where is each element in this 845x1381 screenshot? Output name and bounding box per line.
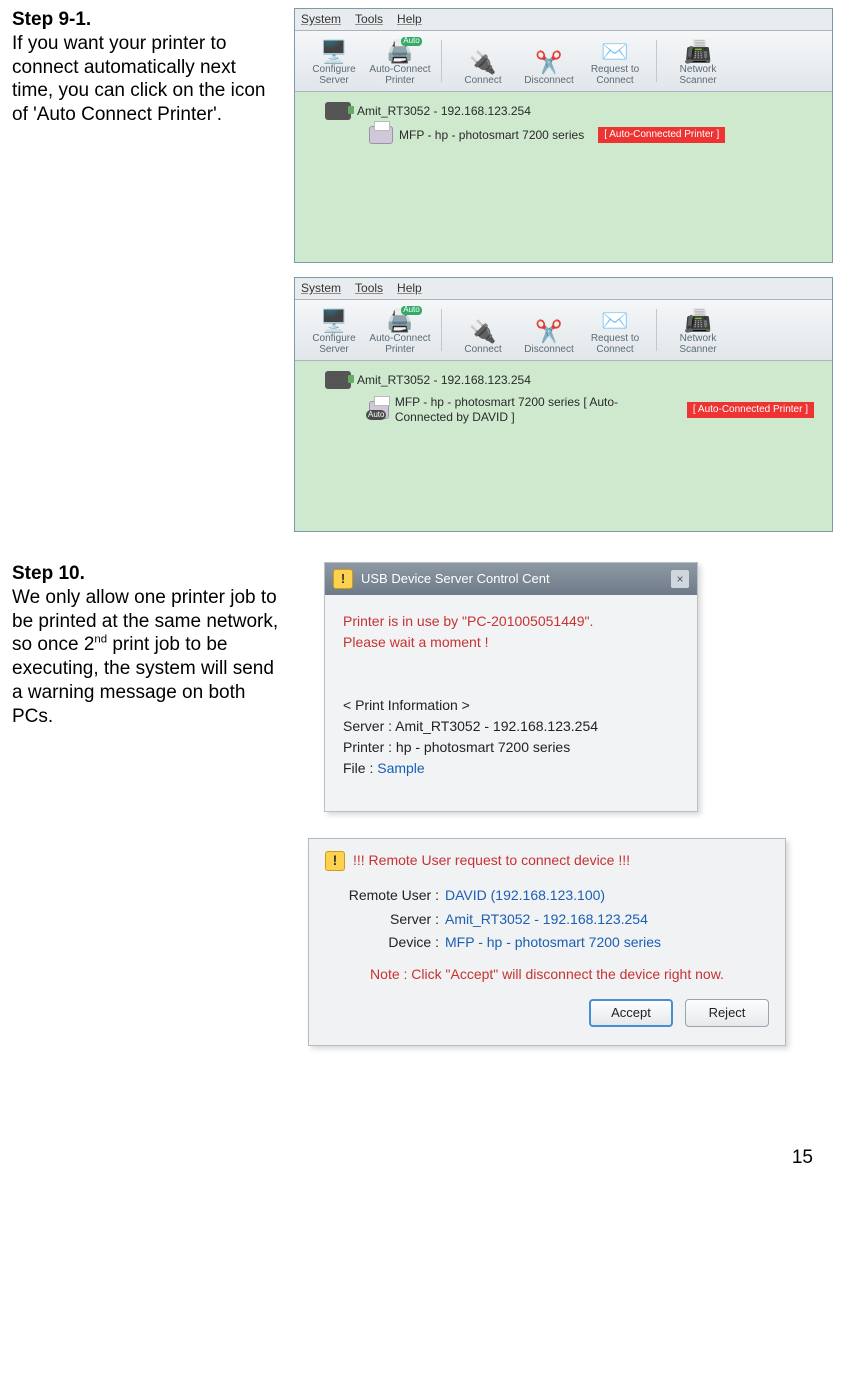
menubar: System Tools Help xyxy=(295,9,832,31)
dialog-title-text: USB Device Server Control Cent xyxy=(361,571,550,587)
network-scanner-button[interactable]: 📠Network Scanner xyxy=(667,305,729,355)
dialog-header: ! !!! Remote User request to connect dev… xyxy=(325,851,769,871)
scanner-icon: 📠 xyxy=(684,309,711,333)
server-value: Amit_RT3052 - 192.168.123.254 xyxy=(395,718,598,734)
toolbar: 🖥️Configure Server 🖨️AutoAuto-Connect Pr… xyxy=(295,31,832,92)
disconnect-button[interactable]: ✂️Disconnect xyxy=(518,305,580,355)
app-window-1: System Tools Help 🖥️Configure Server 🖨️A… xyxy=(294,8,833,263)
disconnect-note: Note : Click "Accept" will disconnect th… xyxy=(325,966,769,984)
device-tree: Amit_RT3052 - 192.168.123.254 MFP - hp -… xyxy=(295,92,832,262)
step-9-1-body: If you want your printer to connect auto… xyxy=(12,33,265,125)
printer-label: MFP - hp - photosmart 7200 series [ Auto… xyxy=(395,395,673,425)
remote-request-dialog: ! !!! Remote User request to connect dev… xyxy=(308,838,786,1046)
file-value: Sample xyxy=(377,760,424,776)
file-label: File : xyxy=(343,760,377,776)
busy-line-2: Please wait a moment ! xyxy=(343,632,679,653)
connect-button[interactable]: 🔌Connect xyxy=(452,305,514,355)
step-10-body-sup: nd xyxy=(94,634,107,646)
tree-printer-row[interactable]: MFP - hp - photosmart 7200 series [ Auto… xyxy=(369,126,814,144)
scanner-icon: 📠 xyxy=(684,40,711,64)
printer-icon xyxy=(369,126,393,144)
close-icon[interactable]: × xyxy=(671,570,689,588)
separator xyxy=(441,40,442,82)
menu-system[interactable]: System xyxy=(301,12,341,27)
step-9-1-title: Step 9-1. xyxy=(12,9,91,30)
server-icon: 🖥️ xyxy=(320,309,347,333)
tree-server-row[interactable]: Amit_RT3052 - 192.168.123.254 xyxy=(325,371,814,389)
connect-icon: 🔌 xyxy=(469,320,496,344)
printer-value: hp - photosmart 7200 series xyxy=(396,739,570,755)
device-label: Device : xyxy=(325,934,445,952)
configure-server-button[interactable]: 🖥️Configure Server xyxy=(303,305,365,355)
auto-connect-printer-button[interactable]: 🖨️AutoAuto-Connect Printer xyxy=(369,36,431,86)
request-icon: ✉️ xyxy=(601,40,628,64)
menu-tools[interactable]: Tools xyxy=(355,12,383,27)
server-label: Server : xyxy=(343,718,395,734)
auto-connect-icon: 🖨️Auto xyxy=(386,40,413,64)
request-icon: ✉️ xyxy=(601,309,628,333)
server-label: Amit_RT3052 - 192.168.123.254 xyxy=(357,373,531,388)
separator xyxy=(656,40,657,82)
dialog-titlebar: ! USB Device Server Control Cent × xyxy=(325,563,697,595)
reject-button[interactable]: Reject xyxy=(685,999,769,1027)
printer-label: Printer : xyxy=(343,739,396,755)
busy-line-1: Printer is in use by "PC-201005051449". xyxy=(343,611,679,632)
app-window-2: System Tools Help 🖥️Configure Server 🖨️A… xyxy=(294,277,833,532)
printer-icon: Auto xyxy=(369,401,389,419)
tree-server-row[interactable]: Amit_RT3052 - 192.168.123.254 xyxy=(325,102,814,120)
toolbar: 🖥️Configure Server 🖨️AutoAuto-Connect Pr… xyxy=(295,300,832,361)
auto-connected-tag: [ Auto-Connected Printer ] xyxy=(687,402,814,419)
menubar: System Tools Help xyxy=(295,278,832,300)
separator xyxy=(656,309,657,351)
menu-help[interactable]: Help xyxy=(397,12,422,27)
server-label: Amit_RT3052 - 192.168.123.254 xyxy=(357,104,531,119)
menu-help[interactable]: Help xyxy=(397,281,422,296)
server-icon xyxy=(325,371,351,389)
warning-icon: ! xyxy=(325,851,345,871)
accept-button[interactable]: Accept xyxy=(589,999,673,1027)
dialog-body: Printer is in use by "PC-201005051449". … xyxy=(325,595,697,811)
remote-user-label: Remote User : xyxy=(325,887,445,905)
auto-connect-printer-button[interactable]: 🖨️AutoAuto-Connect Printer xyxy=(369,305,431,355)
dialog-header-text: !!! Remote User request to connect devic… xyxy=(353,852,630,870)
printer-busy-dialog: ! USB Device Server Control Cent × Print… xyxy=(324,562,698,812)
warning-icon: ! xyxy=(333,569,353,589)
tree-printer-row[interactable]: Auto MFP - hp - photosmart 7200 series [… xyxy=(369,395,814,425)
device-value: MFP - hp - photosmart 7200 series xyxy=(445,934,661,952)
menu-system[interactable]: System xyxy=(301,281,341,296)
menu-tools[interactable]: Tools xyxy=(355,281,383,296)
disconnect-icon: ✂️ xyxy=(535,320,562,344)
request-connect-button[interactable]: ✉️Request to Connect xyxy=(584,305,646,355)
disconnect-button[interactable]: ✂️Disconnect xyxy=(518,36,580,86)
auto-connected-tag: [ Auto-Connected Printer ] xyxy=(598,127,725,144)
connect-button[interactable]: 🔌Connect xyxy=(452,36,514,86)
network-scanner-button[interactable]: 📠Network Scanner xyxy=(667,36,729,86)
server-label: Server : xyxy=(325,911,445,929)
remote-user-value: DAVID (192.168.123.100) xyxy=(445,887,605,905)
configure-server-button[interactable]: 🖥️Configure Server xyxy=(303,36,365,86)
connect-icon: 🔌 xyxy=(469,51,496,75)
request-connect-button[interactable]: ✉️Request to Connect xyxy=(584,36,646,86)
page-number: 15 xyxy=(12,1146,833,1170)
server-icon xyxy=(325,102,351,120)
disconnect-icon: ✂️ xyxy=(535,51,562,75)
device-tree: Amit_RT3052 - 192.168.123.254 Auto MFP -… xyxy=(295,361,832,531)
auto-connect-icon: 🖨️Auto xyxy=(386,309,413,333)
print-info-header: < Print Information > xyxy=(343,695,679,716)
separator xyxy=(441,309,442,351)
step-10-title: Step 10. xyxy=(12,563,85,584)
printer-label: MFP - hp - photosmart 7200 series xyxy=(399,128,584,143)
server-value: Amit_RT3052 - 192.168.123.254 xyxy=(445,911,648,929)
server-icon: 🖥️ xyxy=(320,40,347,64)
